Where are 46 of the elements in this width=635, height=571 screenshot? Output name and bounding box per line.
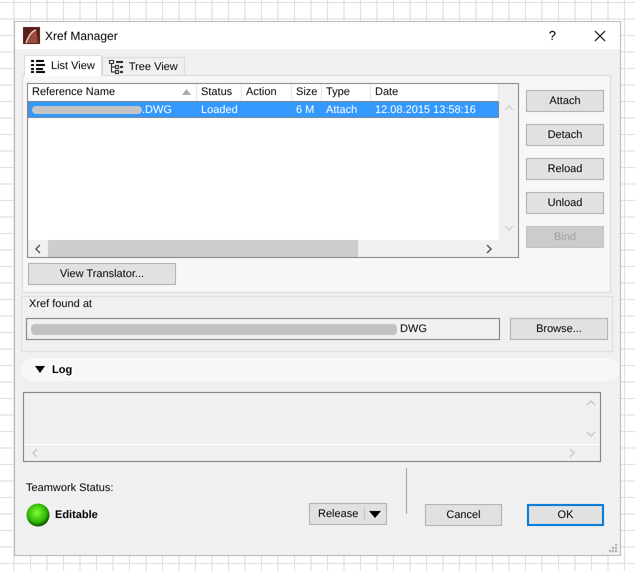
scroll-right-icon[interactable] (485, 244, 493, 254)
path-field[interactable]: DWG (26, 318, 500, 340)
table-cell: .DWG (142, 104, 172, 116)
column-header[interactable]: Action (242, 84, 292, 100)
cancel-button[interactable]: Cancel (425, 504, 502, 526)
tab[interactable]: List View (24, 55, 102, 76)
action-button[interactable]: Attach (526, 90, 604, 112)
tab[interactable]: Tree View (102, 57, 185, 75)
action-button[interactable]: Detach (526, 124, 604, 146)
ok-button[interactable]: OK (527, 504, 604, 526)
table-cell: Attach (326, 104, 358, 116)
vertical-scrollbar[interactable] (499, 84, 518, 240)
column-header[interactable]: Status (197, 84, 242, 100)
resize-grip-icon[interactable] (609, 544, 617, 552)
close-icon[interactable] (594, 30, 606, 42)
scroll-down-icon[interactable] (586, 430, 596, 438)
browse-button[interactable]: Browse... (510, 318, 608, 340)
table-cell: 6 M (296, 104, 314, 116)
column-header[interactable]: Reference Name (28, 84, 197, 100)
release-split-button[interactable]: Release (309, 503, 387, 525)
status-value: Editable (55, 509, 98, 521)
scroll-left-icon[interactable] (34, 244, 42, 254)
scrollbar-thumb[interactable] (48, 240, 358, 257)
horizontal-scrollbar[interactable] (28, 240, 518, 257)
status-light-icon (26, 503, 50, 527)
table-cell: Loaded (201, 104, 238, 116)
tree-icon (108, 60, 123, 74)
scroll-down-icon[interactable] (504, 224, 514, 232)
scroll-up-icon[interactable] (504, 104, 514, 112)
scroll-up-icon[interactable] (586, 399, 596, 407)
sort-ascending-icon (182, 89, 191, 95)
group-label: Xref found at (27, 298, 94, 310)
teamwork-status-label: Teamwork Status: (26, 482, 114, 494)
window-title: Xref Manager (45, 28, 118, 42)
dropdown-icon[interactable] (369, 510, 382, 518)
action-button[interactable]: Unload (526, 192, 604, 214)
view-translator-button[interactable]: View Translator... (28, 263, 176, 285)
column-header[interactable]: Type (322, 84, 371, 100)
list-icon (31, 60, 45, 72)
app-icon (23, 27, 40, 44)
table-cell: 12.08.2015 13:58:16 (375, 104, 476, 116)
expanded-triangle-icon (35, 366, 45, 373)
help-button[interactable]: ? (548, 28, 556, 43)
log-header[interactable]: Log (21, 358, 620, 381)
action-button[interactable]: Reload (526, 158, 604, 180)
column-header[interactable]: Size (292, 84, 322, 100)
